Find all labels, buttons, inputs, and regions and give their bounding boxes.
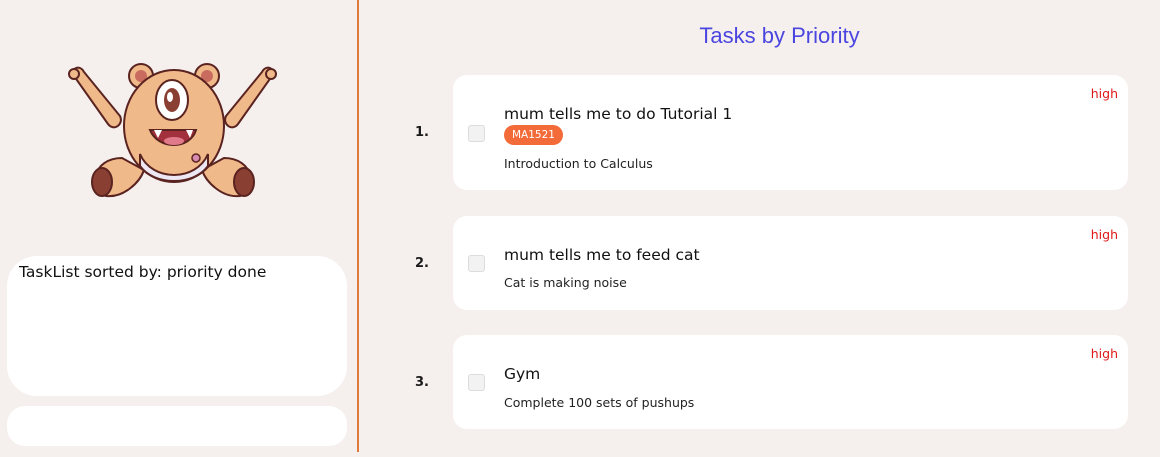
task-name: mum tells me to do Tutorial 1 (504, 105, 733, 123)
result-display-box: TaskList sorted by: priority done (7, 256, 347, 396)
task-tag: MA1521 (504, 125, 563, 145)
task-index: 1. (415, 125, 429, 140)
left-pane: TaskList sorted by: priority done (0, 0, 357, 457)
task-index: 3. (415, 375, 429, 390)
task-done-checkbox[interactable] (468, 374, 485, 391)
task-priority: high (1090, 86, 1118, 101)
result-text: TaskList sorted by: priority done (19, 263, 267, 281)
task-description: Introduction to Calculus (504, 156, 653, 171)
task-card[interactable]: mum tells me to do Tutorial 1 MA1521 Int… (453, 75, 1128, 190)
task-card[interactable]: mum tells me to feed cat Cat is making n… (453, 216, 1128, 310)
task-done-checkbox[interactable] (468, 125, 485, 142)
mascot-icon (68, 63, 277, 198)
list-title: Tasks by Priority (699, 23, 860, 48)
command-input[interactable] (7, 406, 347, 446)
task-list-panel: Tasks by Priority 1. mum tells me to do … (359, 0, 1160, 457)
task-description: Cat is making noise (504, 275, 627, 290)
task-priority: high (1090, 227, 1118, 242)
task-name: Gym (504, 365, 541, 383)
task-index: 2. (415, 256, 429, 271)
task-priority: high (1090, 346, 1118, 361)
task-name: mum tells me to feed cat (504, 246, 700, 264)
task-card[interactable]: Gym Complete 100 sets of pushups high (453, 335, 1128, 429)
task-done-checkbox[interactable] (468, 255, 485, 272)
task-description: Complete 100 sets of pushups (504, 395, 695, 410)
